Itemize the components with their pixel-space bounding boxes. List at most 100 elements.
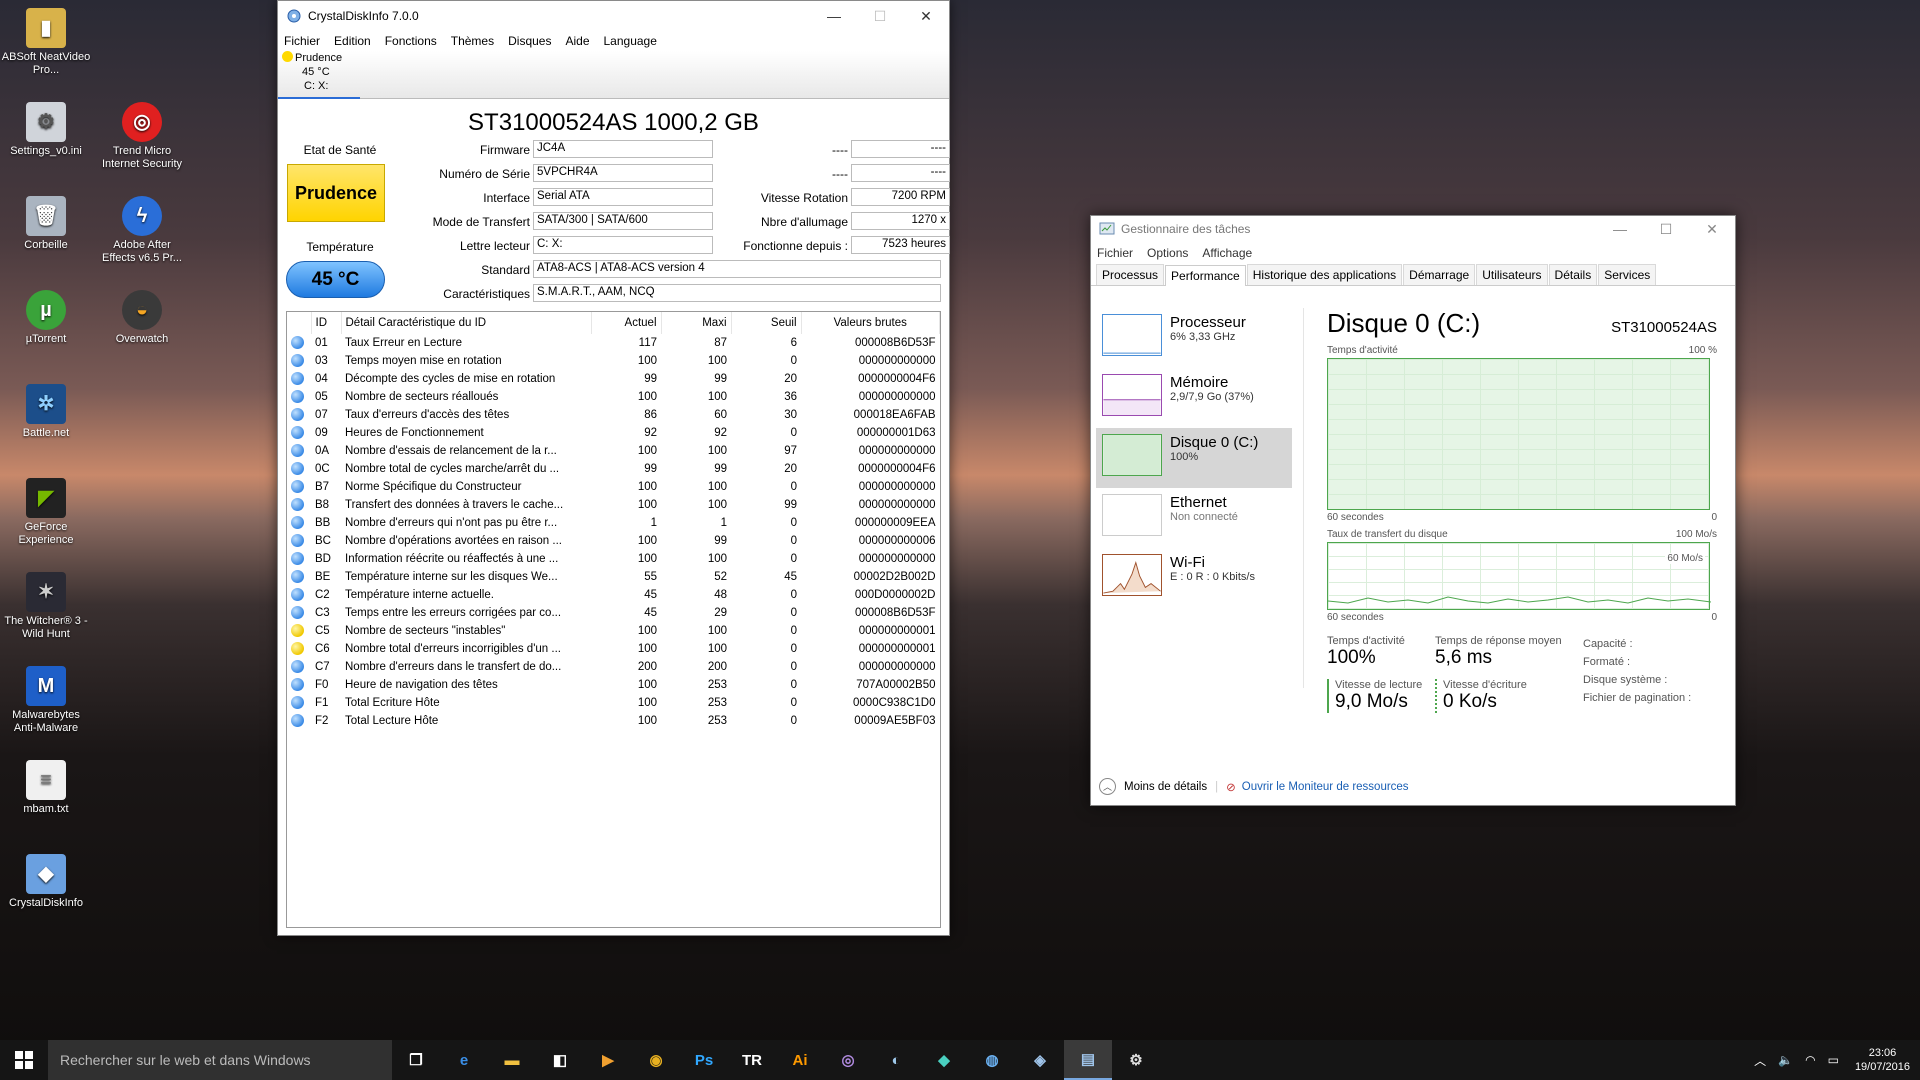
smart-row[interactable]: F1 Total Ecriture Hôte 100 253 0 0000C938C1D0 <box>287 694 940 712</box>
desktop-icon-crystaldiskinfo[interactable]: ◆ CrystalDiskInfo <box>0 854 92 910</box>
battlenet-taskbar-icon[interactable]: ◆ <box>920 1040 968 1080</box>
smart-row[interactable]: F0 Heure de navigation des têtes 100 253 0 70… <box>287 676 940 694</box>
media-player-icon[interactable]: ▶ <box>584 1040 632 1080</box>
browser-globe-icon[interactable]: ◍ <box>968 1040 1016 1080</box>
resource-ethernet[interactable]: Ethernet Non connecté <box>1096 488 1292 548</box>
smart-row[interactable]: BC Nombre d'opérations avortées en raison… <box>287 532 940 550</box>
desktop-icon-neatvideo[interactable]: ▮ ABSoft NeatVideo Pro... <box>0 8 92 77</box>
menu-fichier[interactable]: Fichier <box>284 34 320 48</box>
menu-options[interactable]: Options <box>1147 246 1188 260</box>
menu-aide[interactable]: Aide <box>565 34 589 48</box>
column-current[interactable]: Actuel <box>591 312 662 334</box>
close-button[interactable]: ✕ <box>903 1 949 31</box>
desktop-icon-geforce[interactable]: ◤ GeForce Experience <box>0 478 92 547</box>
column-detail[interactable]: Détail Caractéristique du ID <box>341 312 592 334</box>
smart-row[interactable]: C2 Température interne actuelle. 45 48 0 000D… <box>287 586 940 604</box>
desktop-icon-mbam-txt[interactable]: ≡ mbam.txt <box>0 760 92 816</box>
desktop-icon-overwatch[interactable]: ◒ Overwatch <box>96 290 188 346</box>
column-threshold[interactable]: Seuil <box>731 312 802 334</box>
smart-row[interactable]: BD Information réécrite ou réaffectés à u… <box>287 550 940 568</box>
smart-row[interactable]: BB Nombre d'erreurs qui n'ont pas pu être… <box>287 514 940 532</box>
resource-disk-0[interactable]: Disque 0 (C:) 100% <box>1096 428 1292 488</box>
smart-row[interactable]: 0C Nombre total de cycles marche/arrêt du… <box>287 460 940 478</box>
smart-row[interactable]: C7 Nombre d'erreurs dans le transfert de … <box>287 658 940 676</box>
tab-startup[interactable]: Démarrage <box>1403 264 1476 285</box>
menu-fonctions[interactable]: Fonctions <box>385 34 437 48</box>
menu-themes[interactable]: Thèmes <box>451 34 494 48</box>
smart-row[interactable]: 03 Temps moyen mise en rotation 100 100 0 000… <box>287 352 940 370</box>
tab-performance[interactable]: Performance <box>1165 265 1246 286</box>
menu-edition[interactable]: Edition <box>334 34 371 48</box>
edge-icon[interactable]: e <box>440 1040 488 1080</box>
less-details-button[interactable]: Moins de détails <box>1124 781 1207 793</box>
column-id[interactable]: ID <box>311 312 342 334</box>
smart-row[interactable]: C3 Temps entre les erreurs corrigées par … <box>287 604 940 622</box>
desktop-icon-malwarebytes[interactable]: M Malwarebytes Anti-Malware <box>0 666 92 735</box>
maximize-button[interactable]: ☐ <box>857 1 903 31</box>
title-bar[interactable]: CrystalDiskInfo 7.0.0 — ☐ ✕ <box>278 1 949 31</box>
smart-row[interactable]: 05 Nombre de secteurs réalloués 100 100 36 00… <box>287 388 940 406</box>
column-worst[interactable]: Maxi <box>661 312 732 334</box>
settings-taskbar-icon[interactable]: ⚙ <box>1112 1040 1160 1080</box>
menu-disques[interactable]: Disques <box>508 34 551 48</box>
smart-row[interactable]: 04 Décompte des cycles de mise en rotatio… <box>287 370 940 388</box>
resource-monitor-link[interactable]: Ouvrir le Moniteur de ressources <box>1242 781 1409 793</box>
desktop-icon-settings[interactable]: ⚙ Settings_v0.ini <box>0 102 92 158</box>
drive-tab[interactable]: Prudence 45 °C C: X: <box>278 51 360 99</box>
minimize-button[interactable]: — <box>811 1 857 31</box>
tab-processus[interactable]: Processus <box>1096 264 1165 285</box>
volume-icon[interactable]: 🔈 <box>1772 1053 1799 1067</box>
desktop-icon-recycle-bin[interactable]: 🗑 Corbeille <box>0 196 92 252</box>
wifi-icon[interactable]: ◠ <box>1799 1053 1821 1067</box>
smart-row[interactable]: B7 Norme Spécifique du Constructeur 100 100… <box>287 478 940 496</box>
maximize-button[interactable]: ☐ <box>1643 216 1689 242</box>
tab-details[interactable]: Détails <box>1548 264 1598 285</box>
store-icon[interactable]: ◧ <box>536 1040 584 1080</box>
smart-row[interactable]: F2 Total Lecture Hôte 100 253 0 00009AE5BF03 <box>287 712 940 730</box>
smart-row[interactable]: B8 Transfert des données à travers le cac… <box>287 496 940 514</box>
notification-icon[interactable]: ▭ <box>1822 1053 1845 1067</box>
overwatch-taskbar-icon[interactable]: ◎ <box>824 1040 872 1080</box>
smart-row[interactable]: C5 Nombre de secteurs "instables" 100 100 0 0… <box>287 622 940 640</box>
minimize-button[interactable]: — <box>1597 216 1643 242</box>
task-view-icon[interactable]: ❐ <box>392 1040 440 1080</box>
resource-memory[interactable]: Mémoire 2,9/7,9 Go (37%) <box>1096 368 1292 428</box>
illustrator-icon[interactable]: Ai <box>776 1040 824 1080</box>
crystaldiskinfo-taskbar-icon[interactable]: ◈ <box>1016 1040 1064 1080</box>
menu-fichier[interactable]: Fichier <box>1097 246 1133 260</box>
resource-cpu[interactable]: Processeur 6% 3,33 GHz <box>1096 308 1292 368</box>
health-status-badge[interactable]: Prudence <box>287 164 385 222</box>
clock[interactable]: 23:06 19/07/2016 <box>1845 1046 1920 1074</box>
smart-row[interactable]: 0A Nombre d'essais de relancement de la r… <box>287 442 940 460</box>
tr-app-icon[interactable]: TR <box>728 1040 776 1080</box>
chevron-up-icon[interactable]: ︿ <box>1748 1052 1772 1069</box>
smart-row[interactable]: 07 Taux d'erreurs d'accès des têtes 86 60 30… <box>287 406 940 424</box>
smart-row[interactable]: 01 Taux Erreur en Lecture 117 87 6 000008B6D5… <box>287 334 940 352</box>
smart-row[interactable]: 09 Heures de Fonctionnement 92 92 0 000000001… <box>287 424 940 442</box>
photoshop-icon[interactable]: Ps <box>680 1040 728 1080</box>
tab-app-history[interactable]: Historique des applications <box>1246 264 1403 285</box>
tab-users[interactable]: Utilisateurs <box>1476 264 1548 285</box>
column-raw-values[interactable]: Valeurs brutes <box>801 312 940 334</box>
task-manager-taskbar-icon[interactable]: ▤ <box>1064 1040 1112 1080</box>
smart-row[interactable]: BE Température interne sur les disques We… <box>287 568 940 586</box>
search-box[interactable]: Rechercher sur le web et dans Windows <box>48 1040 392 1080</box>
steam-icon[interactable]: ◐ <box>872 1040 920 1080</box>
smart-attributes-table[interactable]: ID Détail Caractéristique du ID Actuel M… <box>286 311 941 928</box>
smart-row[interactable]: C6 Nombre total d'erreurs incorrigibles d… <box>287 640 940 658</box>
desktop-icon-trend-micro[interactable]: ◎ Trend Micro Internet Security <box>96 102 188 171</box>
close-button[interactable]: ✕ <box>1689 216 1735 242</box>
file-explorer-icon[interactable]: ▬ <box>488 1040 536 1080</box>
tab-services[interactable]: Services <box>1598 264 1657 285</box>
chevron-up-icon[interactable]: ︿ <box>1099 778 1116 795</box>
resource-wifi[interactable]: Wi-Fi E : 0 R : 0 Kbits/s <box>1096 548 1292 608</box>
title-bar[interactable]: Gestionnaire des tâches — ☐ ✕ <box>1091 216 1735 242</box>
chrome-icon[interactable]: ◉ <box>632 1040 680 1080</box>
menu-language[interactable]: Language <box>604 34 657 48</box>
temperature-badge[interactable]: 45 °C <box>286 261 385 298</box>
start-button[interactable] <box>0 1040 48 1080</box>
desktop-icon-witcher[interactable]: ✶ The Witcher® 3 - Wild Hunt <box>0 572 92 641</box>
desktop-icon-after-effects[interactable]: ϟ Adobe After Effects v6.5 Pr... <box>96 196 188 265</box>
menu-affichage[interactable]: Affichage <box>1202 246 1252 260</box>
desktop-icon-battlenet[interactable]: ✲ Battle.net <box>0 384 92 440</box>
